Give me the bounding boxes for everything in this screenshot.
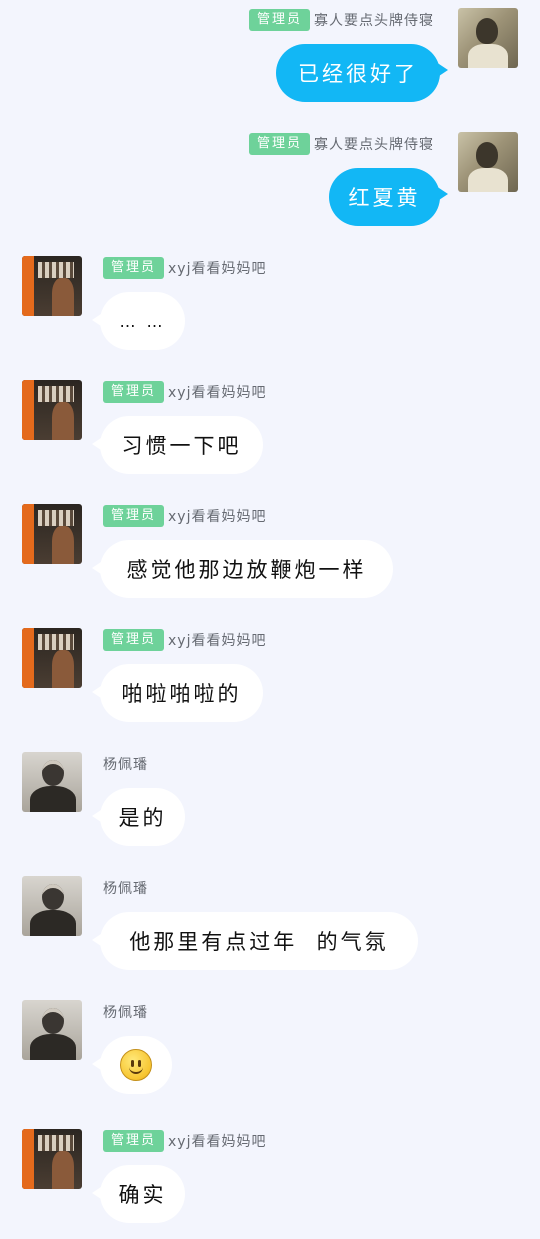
message-bubble[interactable]: 红夏黄 <box>329 168 448 226</box>
sender-name[interactable]: xyj看看妈妈吧 <box>168 1131 266 1151</box>
sender-name[interactable]: xyj看看妈妈吧 <box>168 258 266 278</box>
avatar[interactable] <box>22 380 82 440</box>
admin-badge: 管理员 <box>248 9 310 31</box>
avatar[interactable] <box>22 504 82 564</box>
message-row: 杨佩璠 他那里有点过年 的气氛 <box>0 876 540 986</box>
admin-badge: 管理员 <box>103 257 165 279</box>
sender-name[interactable]: 寡人要点头牌侍寝 <box>314 10 434 30</box>
sender-line: 管理员 寡人要点头牌侍寝 <box>248 9 434 31</box>
sender-line: 管理员 xyj看看妈妈吧 <box>103 381 266 403</box>
smile-emoji-icon <box>120 1049 152 1081</box>
avatar[interactable] <box>22 256 82 316</box>
message-bubble[interactable]: … … <box>92 292 185 350</box>
avatar[interactable] <box>22 752 82 812</box>
sender-name[interactable]: 杨佩璠 <box>103 878 148 898</box>
sender-line: 管理员 xyj看看妈妈吧 <box>103 505 266 527</box>
message-row: 管理员 xyj看看妈妈吧 感觉他那边放鞭炮一样 <box>0 504 540 614</box>
sender-name[interactable]: xyj看看妈妈吧 <box>168 506 266 526</box>
admin-badge: 管理员 <box>103 505 165 527</box>
message-row: 管理员 寡人要点头牌侍寝 已经很好了 <box>0 8 540 118</box>
message-bubble[interactable]: 确实 <box>92 1165 185 1223</box>
message-row: 管理员 xyj看看妈妈吧 习惯一下吧 <box>0 380 540 490</box>
message-bubble[interactable]: 是的 <box>92 788 185 846</box>
sender-name[interactable]: 杨佩璠 <box>103 1002 148 1022</box>
avatar[interactable] <box>22 876 82 936</box>
message-row: 杨佩璠 <box>0 1000 540 1110</box>
avatar[interactable] <box>22 1000 82 1060</box>
avatar[interactable] <box>458 132 518 192</box>
message-row: 管理员 xyj看看妈妈吧 啪啦啪啦的 <box>0 628 540 738</box>
message-row: 管理员 寡人要点头牌侍寝 红夏黄 <box>0 132 540 242</box>
message-bubble[interactable] <box>92 1036 172 1094</box>
message-bubble[interactable]: 习惯一下吧 <box>92 416 263 474</box>
admin-badge: 管理员 <box>103 1130 165 1152</box>
sender-line: 杨佩璠 <box>103 753 148 775</box>
sender-line: 管理员 xyj看看妈妈吧 <box>103 1130 266 1152</box>
message-bubble[interactable]: 他那里有点过年 的气氛 <box>92 912 418 970</box>
sender-name[interactable]: xyj看看妈妈吧 <box>168 382 266 402</box>
sender-name[interactable]: 寡人要点头牌侍寝 <box>314 134 434 154</box>
sender-line: 杨佩璠 <box>103 1001 148 1023</box>
avatar[interactable] <box>458 8 518 68</box>
sender-line: 管理员 xyj看看妈妈吧 <box>103 629 266 651</box>
sender-line: 杨佩璠 <box>103 877 148 899</box>
admin-badge: 管理员 <box>248 133 310 155</box>
message-row: 杨佩璠 是的 <box>0 752 540 862</box>
avatar[interactable] <box>22 628 82 688</box>
message-row: 管理员 xyj看看妈妈吧 确实 <box>0 1129 540 1239</box>
avatar[interactable] <box>22 1129 82 1189</box>
sender-line: 管理员 寡人要点头牌侍寝 <box>248 133 434 155</box>
message-bubble[interactable]: 已经很好了 <box>276 44 448 102</box>
message-row: 管理员 xyj看看妈妈吧 … … <box>0 256 540 366</box>
sender-line: 管理员 xyj看看妈妈吧 <box>103 257 266 279</box>
sender-name[interactable]: xyj看看妈妈吧 <box>168 630 266 650</box>
admin-badge: 管理员 <box>103 381 165 403</box>
sender-name[interactable]: 杨佩璠 <box>103 754 148 774</box>
admin-badge: 管理员 <box>103 629 165 651</box>
message-bubble[interactable]: 感觉他那边放鞭炮一样 <box>92 540 393 598</box>
message-bubble[interactable]: 啪啦啪啦的 <box>92 664 263 722</box>
